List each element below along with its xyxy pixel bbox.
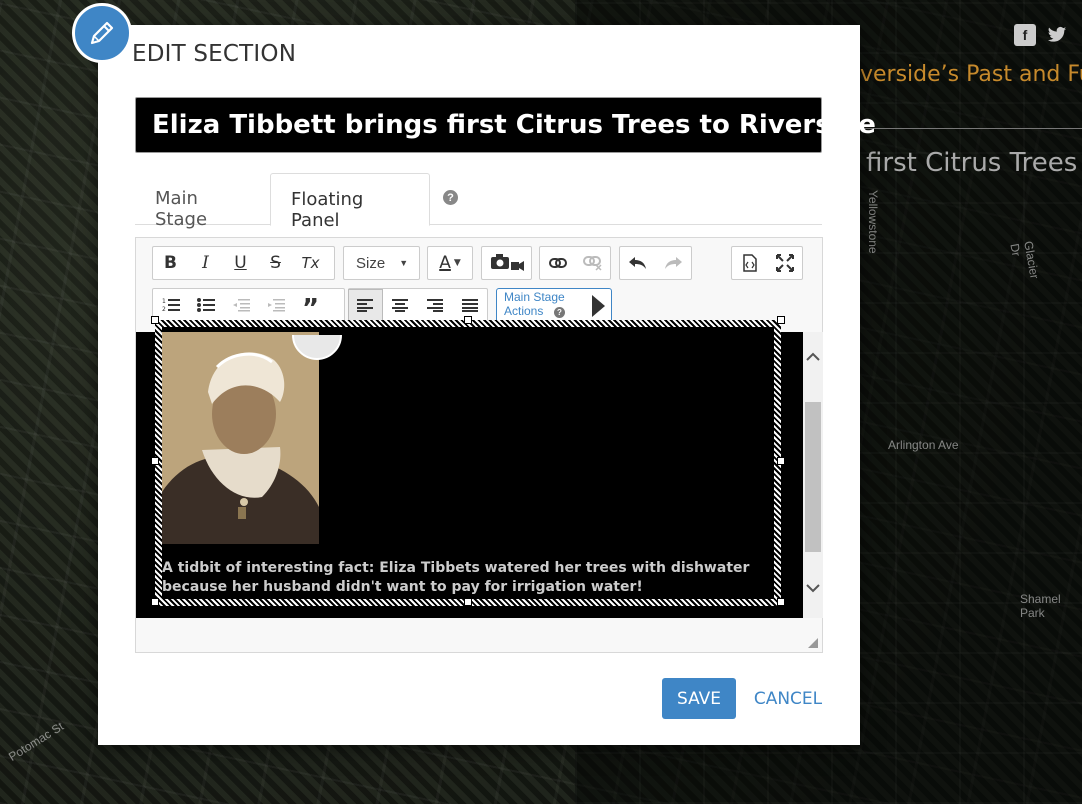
resize-handle[interactable]	[464, 316, 472, 324]
bold-button[interactable]: B	[153, 247, 188, 279]
content-scrollbar[interactable]	[803, 332, 823, 618]
story-divider	[860, 128, 1082, 129]
undo-button[interactable]	[620, 247, 655, 279]
svg-text:1: 1	[162, 298, 166, 305]
chevron-up-icon[interactable]	[805, 346, 821, 366]
outdent-icon	[232, 299, 250, 312]
resize-handle[interactable]	[777, 316, 785, 324]
blockquote-button[interactable]: ”	[293, 289, 328, 324]
link-group	[539, 246, 611, 280]
font-size-select[interactable]: Size ▼	[343, 246, 420, 280]
edit-pencil-badge	[72, 3, 132, 63]
align-left-button[interactable]	[348, 289, 383, 321]
unlink-button[interactable]	[575, 247, 610, 279]
save-button[interactable]: SAVE	[662, 678, 736, 719]
cancel-button[interactable]: CANCEL	[746, 678, 830, 719]
font-color-button[interactable]: A ▼	[427, 246, 473, 280]
tab-bar: Main Stage Floating Panel ?	[135, 173, 822, 231]
link-button[interactable]	[540, 247, 575, 279]
align-right-button[interactable]	[418, 289, 453, 321]
edit-section-dialog: EDIT SECTION Eliza Tibbett brings first …	[98, 25, 876, 745]
redo-icon	[664, 257, 682, 269]
redo-button[interactable]	[655, 247, 690, 279]
share-icons: f	[1014, 24, 1068, 46]
resize-handle[interactable]	[777, 598, 785, 606]
pencil-icon	[90, 21, 114, 45]
font-size-label: Size	[356, 254, 386, 272]
section-title-input[interactable]: Eliza Tibbett brings first Citrus Trees …	[135, 97, 876, 153]
align-justify-icon	[461, 299, 478, 312]
resize-handle[interactable]	[777, 457, 785, 465]
chevron-down-icon[interactable]	[805, 578, 821, 598]
insert-media-button[interactable]	[482, 247, 531, 279]
unlink-icon	[582, 256, 602, 271]
undo-icon	[628, 257, 646, 269]
align-center-icon	[392, 299, 409, 312]
editor-resize-grip[interactable]	[808, 638, 818, 648]
tab-main-stage[interactable]: Main Stage	[135, 173, 270, 230]
indent-icon	[267, 299, 285, 312]
resize-handle[interactable]	[151, 598, 159, 606]
map-street-label: Arlington Ave	[888, 438, 959, 452]
source-code-icon	[742, 254, 757, 272]
panel-caption-text[interactable]: A tidbit of interesting fact: Eliza Tibb…	[162, 559, 762, 597]
font-size-select-inner: Size ▼	[344, 247, 418, 279]
view-group	[731, 246, 803, 280]
scrollbar-thumb[interactable]	[805, 402, 821, 552]
portrait-illustration	[162, 332, 319, 544]
resize-handle[interactable]	[464, 598, 472, 606]
story-title: verside’s Past and Fu	[860, 62, 1082, 87]
play-icon	[592, 295, 605, 317]
align-left-icon	[357, 299, 374, 312]
tab-floating-panel[interactable]: Floating Panel	[270, 173, 430, 231]
font-color-inner: A ▼	[428, 247, 472, 279]
numbered-list-icon: 12	[162, 298, 180, 313]
italic-button[interactable]: I	[188, 247, 223, 279]
resize-handle[interactable]	[151, 457, 159, 465]
svg-text:2: 2	[162, 306, 166, 313]
rich-text-editor: B I U S Tx Size ▼ A ▼ 1 2 ” Main Stage A…	[135, 237, 823, 653]
history-group	[619, 246, 692, 280]
main-stage-actions-label: Main Stage Actions	[504, 290, 565, 318]
text-style-group: B I U S Tx	[152, 246, 335, 280]
source-code-button[interactable]	[732, 247, 767, 279]
twitter-icon[interactable]	[1046, 24, 1068, 46]
help-icon[interactable]: ?	[443, 190, 458, 205]
insert-media-group	[481, 246, 532, 280]
story-section-heading: first Citrus Trees	[866, 148, 1078, 178]
link-icon	[548, 258, 567, 268]
maximize-button[interactable]	[767, 247, 802, 279]
strikethrough-button[interactable]: S	[258, 247, 293, 279]
facebook-icon[interactable]: f	[1014, 24, 1036, 46]
list-group: 12 ”	[152, 288, 345, 322]
map-park-label: Shamel Park	[1020, 592, 1061, 620]
align-right-icon	[426, 299, 443, 312]
resize-handle[interactable]	[151, 316, 159, 324]
decrease-indent-button[interactable]	[223, 289, 258, 321]
caret-down-icon: ▼	[453, 258, 461, 268]
dialog-title: EDIT SECTION	[132, 41, 297, 67]
portrait-image[interactable]	[162, 332, 319, 544]
bulleted-list-icon	[196, 298, 215, 312]
help-icon[interactable]: ?	[554, 307, 565, 318]
camera-video-icon	[490, 254, 524, 271]
caret-down-icon: ▼	[399, 258, 409, 268]
increase-indent-button[interactable]	[258, 289, 293, 321]
bulleted-list-button[interactable]	[188, 289, 223, 321]
remove-format-button[interactable]: Tx	[293, 247, 328, 279]
underline-button[interactable]: U	[223, 247, 258, 279]
align-center-button[interactable]	[383, 289, 418, 321]
font-color-icon: A	[439, 253, 451, 273]
quote-icon: ”	[301, 294, 320, 324]
map-street-label: Yellowstone	[866, 190, 880, 254]
fullscreen-icon	[775, 254, 794, 272]
